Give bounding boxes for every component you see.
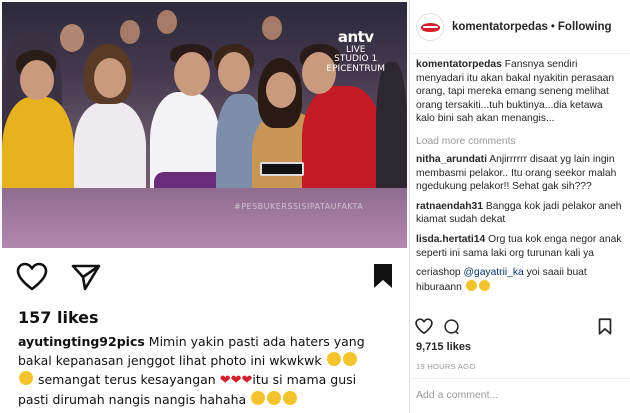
grin-emoji-icon	[19, 371, 33, 385]
avatar[interactable]	[416, 12, 444, 41]
hashtag-overlay: #PESBUKERSSISIPATAUFAKTA	[234, 202, 364, 211]
tv-logo-brand: antv	[337, 28, 374, 46]
comment-user[interactable]: ceriashop	[416, 267, 461, 278]
list-item: lisda.hertati14 Org tua kok enga negor a…	[416, 233, 622, 260]
tv-logo-sub: LIVE STUDIO 1 EPICENTRUM	[326, 44, 385, 74]
repost-caption-text-2: semangat terus kesayangan	[37, 372, 216, 387]
comment-mention-link[interactable]: @gayatrii_ka	[464, 267, 524, 278]
heart-outline-icon[interactable]	[415, 318, 433, 340]
repost-bookmark-icon[interactable]	[372, 262, 394, 295]
post-timestamp: 19 HOURS AGO	[416, 362, 476, 371]
grin-emoji-icon	[465, 279, 477, 291]
grin-emoji-icon	[326, 352, 341, 366]
bookmark-icon[interactable]	[598, 318, 612, 340]
comment-bubble-icon[interactable]	[443, 318, 460, 340]
grin-emoji-icon	[251, 391, 266, 405]
post-actions-bar	[410, 312, 630, 342]
grin-emoji-icon	[478, 279, 490, 291]
load-more-comments-link[interactable]: Load more comments	[416, 136, 622, 147]
grin-emoji-icon	[267, 391, 282, 405]
comments-list: komentatorpedas Fansnya sendiri menyadar…	[416, 58, 622, 294]
list-item: ratnaendah31 Bangga kok jadi pelakor ane…	[416, 200, 622, 227]
add-comment-input[interactable]: Add a comment...	[410, 378, 630, 413]
lips-logo-icon	[421, 22, 440, 32]
tv-channel-logo: antv LIVE STUDIO 1 EPICENTRUM	[326, 28, 385, 74]
list-item: ceriashop @gayatrii_ka yoi saaii buat hi…	[416, 266, 622, 294]
phone-prop	[260, 162, 304, 176]
repost-caption-user[interactable]: ayutingting92pics	[18, 334, 145, 349]
list-item: nitha_arundati Anjirrrrrr disaat yg lain…	[416, 153, 622, 194]
comment-user[interactable]: lisda.hertati14	[416, 234, 485, 245]
grin-emoji-icon	[342, 352, 357, 366]
header-separator: •	[550, 20, 555, 33]
repost-likes-count: 157 likes	[18, 308, 99, 327]
studio-floor	[2, 188, 407, 248]
post-header: komentatorpedas • Following	[410, 0, 630, 54]
post-caption: komentatorpedas Fansnya sendiri menyadar…	[416, 58, 622, 126]
comment-user[interactable]: nitha_arundati	[416, 154, 487, 165]
header-username[interactable]: komentatorpedas	[452, 21, 548, 33]
repost-caption: ayutingting92pics Mimin yakin pasti ada …	[18, 332, 368, 409]
following-button[interactable]: Following	[558, 21, 612, 33]
grin-emoji-icon	[283, 391, 298, 405]
repost-paper-plane-icon[interactable]	[70, 262, 102, 297]
post-side-panel: komentatorpedas • Following komentatorpe…	[410, 0, 630, 413]
red-heart-emoji-icon: ❤❤❤	[219, 373, 253, 388]
comment-user[interactable]: komentatorpedas	[416, 59, 502, 70]
repost-heart-outline-icon[interactable]	[16, 262, 48, 297]
comment-user[interactable]: ratnaendah31	[416, 201, 483, 212]
post-photo: antv LIVE STUDIO 1 EPICENTRUM #PESBUKERS…	[2, 2, 407, 248]
likes-count[interactable]: 9,715 likes	[416, 341, 471, 353]
